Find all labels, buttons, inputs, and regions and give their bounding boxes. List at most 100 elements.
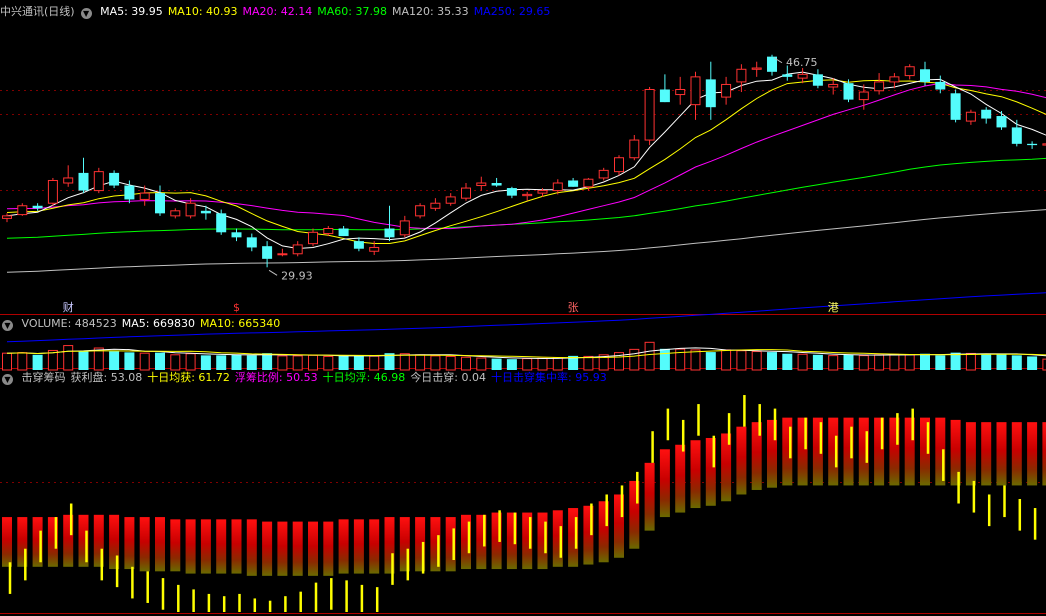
event-marker: 张 <box>568 301 579 314</box>
volume-bar <box>812 354 823 370</box>
candle-body <box>476 182 487 187</box>
volume-bar <box>537 357 548 371</box>
candle-body <box>965 111 976 122</box>
volume-bar <box>782 353 793 370</box>
candle-body <box>124 185 135 200</box>
volume-bar <box>904 354 915 371</box>
indicator-label: 十日均获: 61.72 <box>147 371 230 384</box>
candle-body <box>858 91 869 101</box>
indicator-label: 十日均浮: 46.98 <box>322 371 406 384</box>
low-pointer <box>268 269 278 276</box>
indicator-label: MA5: 39.95 <box>100 5 163 18</box>
volume-bar <box>965 352 976 371</box>
candle-body <box>675 89 686 96</box>
candle-body <box>32 205 43 209</box>
volume-bar <box>170 354 181 371</box>
volume-bar <box>292 355 303 371</box>
volume-bar <box>109 351 120 370</box>
chip-band-bar <box>353 519 364 574</box>
chip-band-bar <box>659 449 670 518</box>
volume-bar <box>155 352 165 370</box>
volume-bar <box>369 355 380 371</box>
volume-bar <box>17 352 28 371</box>
volume-bar <box>63 345 74 371</box>
candle-body <box>78 172 89 191</box>
volume-bar <box>828 355 839 371</box>
event-marker: $ <box>233 301 240 314</box>
volume-bar <box>522 358 533 371</box>
candle-body <box>384 228 395 238</box>
candle-body <box>889 76 900 83</box>
volume-bar <box>185 353 196 371</box>
candle-body <box>338 228 349 237</box>
chip-band-bar <box>246 519 257 576</box>
indicator-label: MA10: 665340 <box>199 317 281 330</box>
volume-bar <box>323 355 334 371</box>
candle-body <box>277 253 288 256</box>
chip-band-bar <box>338 519 349 574</box>
chip-band-bar <box>1042 422 1046 486</box>
volume-bar <box>2 352 12 371</box>
candle-body <box>308 231 318 245</box>
candle-body <box>1027 143 1038 146</box>
candle-body <box>93 171 104 192</box>
candle-body <box>920 69 930 82</box>
volume-bar <box>476 357 487 371</box>
candle-body <box>17 205 28 216</box>
chevron-down-icon[interactable]: ▼ <box>80 8 92 19</box>
candle-body <box>63 177 74 184</box>
volume-bar <box>644 341 655 371</box>
volume-bar <box>338 355 349 370</box>
volume-bar <box>1027 356 1038 370</box>
ma10-line <box>6 79 1046 244</box>
stock-chart: 46.75 29.93 财 $ 张 港 中兴通讯(日线) ▼ MA5: 39.95 MA10:… <box>0 0 1046 616</box>
candle-body <box>2 215 12 219</box>
volume-bar <box>736 350 747 371</box>
volume-bar <box>767 352 777 370</box>
candle-body <box>874 81 885 92</box>
candle-body <box>246 237 257 248</box>
volume-bar <box>445 355 456 371</box>
volume-bar <box>889 353 900 371</box>
volume-bar <box>277 355 288 371</box>
indicator-label: MA120: 35.33 <box>391 5 469 18</box>
candle-body <box>537 190 548 194</box>
chevron-down-icon[interactable]: ▼ <box>2 320 13 331</box>
price-panel-header: 中兴通讯(日线) ▼ MA5: 39.95 MA10: 40.93 MA20: 42.… <box>0 4 555 20</box>
volume-bar <box>705 352 716 370</box>
candle-body <box>736 68 747 83</box>
candle-body <box>170 210 181 217</box>
candle-body <box>797 73 808 79</box>
candle-body <box>216 213 227 233</box>
volume-bar <box>721 349 732 371</box>
candle-body <box>522 193 533 197</box>
low-price-label: 29.93 <box>281 269 313 282</box>
volume-bar <box>583 355 594 371</box>
candle-body <box>950 93 961 120</box>
candle-body <box>981 109 992 119</box>
candle-body <box>185 202 196 217</box>
volume-bar <box>629 348 640 371</box>
volume-panel-header: ▼ VOLUME: 484523 MA5: 669830 MA10: 665340 <box>0 316 285 332</box>
chip-band-bar <box>2 517 12 567</box>
chart-canvas: 46.75 29.93 财 $ 张 港 <box>0 54 1046 614</box>
chip-band-bar <box>277 521 288 576</box>
candle-body <box>461 187 471 199</box>
chevron-down-icon[interactable]: ▼ <box>2 374 13 385</box>
volume-bar <box>996 354 1007 370</box>
volume-bar <box>262 353 273 370</box>
candle-body <box>47 179 58 204</box>
volume-bar <box>200 355 211 370</box>
candle-body <box>598 169 609 179</box>
event-marker: 港 <box>828 301 839 314</box>
volume-bar <box>981 353 992 370</box>
indicator-label: 浮筹比例: 50.53 <box>234 371 318 384</box>
candle-body <box>996 116 1007 128</box>
candle-body <box>828 83 839 88</box>
volume-bar <box>216 355 227 370</box>
chip-band-bar <box>292 521 303 576</box>
indicator-label: MA5: 669830 <box>121 317 195 330</box>
chip-band-bar <box>323 521 334 576</box>
chip-band-bar <box>170 519 181 572</box>
candle-body <box>812 74 823 86</box>
